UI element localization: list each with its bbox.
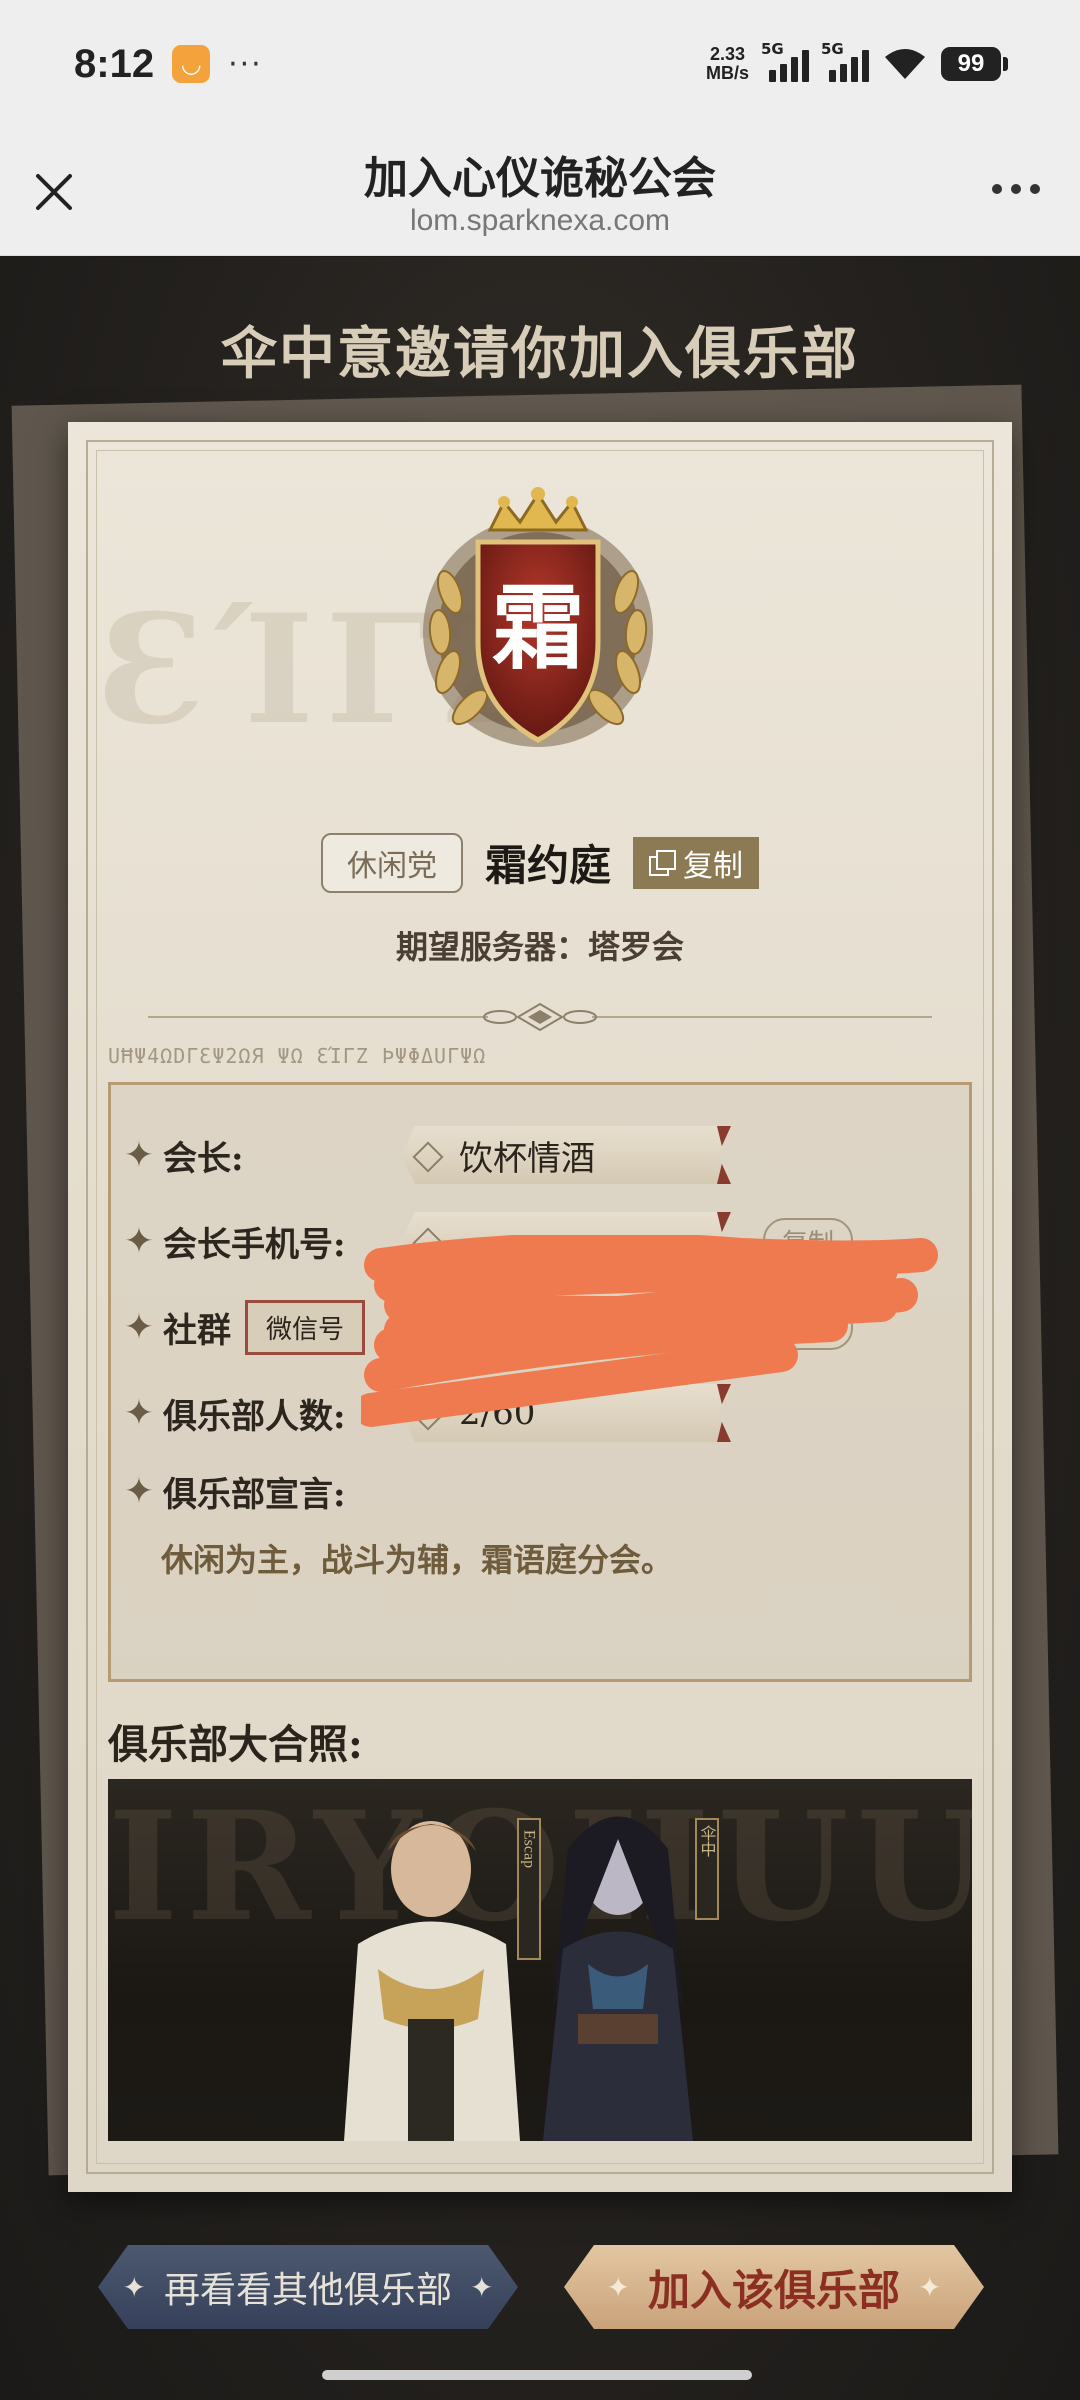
- manifesto-row: ✦ 俱乐部宣言:: [121, 1461, 346, 1521]
- network-speed: 2.33 MB/s: [705, 44, 749, 83]
- copy-club-name-button[interactable]: 复制: [633, 836, 759, 889]
- members-row: ✦ 俱乐部人数:: [121, 1383, 346, 1443]
- app-notification-icon: ◡: [172, 45, 211, 83]
- invite-title: 伞中意邀请你加入俱乐部: [221, 321, 859, 387]
- club-name-row: 休闲党 霜约庭 复制: [68, 832, 1012, 893]
- character-illustration: Escap 伞中: [344, 1816, 719, 2141]
- browse-other-clubs-button[interactable]: ✦ 再看看其他俱乐部 ✦: [98, 2245, 518, 2329]
- leader-value-plate: 饮杯情酒: [401, 1126, 731, 1184]
- expected-server: 期望服务器：塔罗会: [395, 928, 684, 966]
- sparkle-icon: ✦: [123, 1134, 155, 1176]
- more-notifications-icon: ···: [228, 46, 263, 82]
- more-menu-icon[interactable]: [992, 184, 1040, 194]
- club-emblem: 霜: [423, 487, 653, 747]
- club-card: ƐΊΓZ ΓUΊΨ: [68, 422, 1012, 2192]
- club-name: 霜约庭: [484, 841, 611, 890]
- diamond-icon: [413, 1142, 439, 1168]
- ornament-divider: [148, 1002, 932, 1032]
- manifesto-text: 休闲为主，战斗为辅，霜语庭分会。: [161, 1541, 674, 1579]
- group-photo-title: 俱乐部大合照:: [108, 1721, 363, 1768]
- leader-phone-row: ✦ 会长手机号:: [121, 1211, 346, 1271]
- battery-icon: 99: [941, 47, 1008, 81]
- wechat-tag: 微信号: [245, 1299, 366, 1355]
- leader-name: 饮杯情酒: [459, 1138, 595, 1179]
- join-club-button[interactable]: ✦ 加入该俱乐部 ✦: [564, 2245, 984, 2329]
- page-url: lom.sparknexa.com: [409, 204, 671, 237]
- sparkle-icon: ✦: [123, 1470, 155, 1512]
- copy-icon: [649, 849, 676, 876]
- club-info-panel: ✦ 会长: 饮杯情酒 ✦ 会长手机号: 复制 ✦ 社群 微信号 复制 ✦ 俱乐部…: [108, 1082, 972, 1682]
- sparkle-icon: ✦: [122, 2270, 146, 2304]
- emblem-char: 霜: [492, 574, 584, 682]
- club-type-tag: 休闲党: [320, 832, 463, 893]
- svg-text:伞中: 伞中: [698, 1825, 717, 1857]
- group-photo: IRYOHUU Escap 伞中: [108, 1779, 972, 2141]
- signal-sim2-icon: 5G: [821, 40, 869, 82]
- browser-header: 加入心仪诡秘公会 lom.sparknexa.com: [0, 128, 1080, 256]
- invite-page: 伞中意邀请你加入俱乐部 ƐΊΓZ ΓUΊΨ: [0, 257, 1080, 2400]
- leader-row: ✦ 会长:: [121, 1125, 244, 1185]
- wifi-icon: [885, 49, 925, 79]
- sparkle-icon: ✦: [123, 1392, 155, 1434]
- status-time: 8:12: [74, 41, 155, 86]
- status-bar: 8:12 ◡ ··· 2.33 MB/s 5G 5G 99: [0, 0, 1080, 128]
- status-icons: 2.33 MB/s 5G 5G 99: [705, 40, 1008, 83]
- sparkle-icon: ✦: [470, 2270, 494, 2304]
- page-title: 加入心仪诡秘公会: [364, 153, 716, 204]
- home-indicator[interactable]: [322, 2370, 752, 2380]
- community-row: ✦ 社群 微信号: [121, 1297, 366, 1357]
- svg-text:Escap: Escap: [521, 1830, 538, 1868]
- cipher-text: UĦΨ4ΩDΓƐΨ2ΩЯ ΨΩ ƐΊΓZ ÞΨΦΔUΓΨΩ: [108, 1044, 487, 1068]
- sparkle-icon: ✦: [918, 2270, 942, 2304]
- signal-sim1-icon: 5G: [761, 40, 809, 82]
- sparkle-icon: ✦: [123, 1306, 155, 1348]
- redaction-scribble: [361, 1235, 938, 1427]
- sparkle-icon: ✦: [606, 2270, 630, 2304]
- sparkle-icon: ✦: [123, 1220, 155, 1262]
